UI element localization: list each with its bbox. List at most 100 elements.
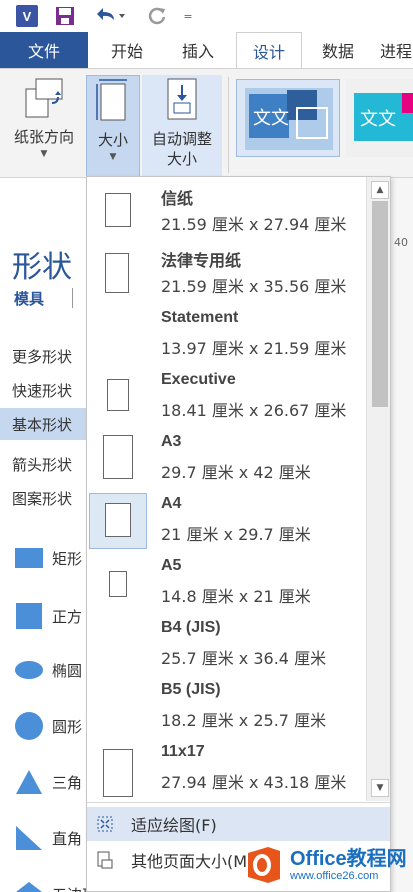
shape-circle[interactable]: 圆形 [0,698,90,754]
size-name: B4 (JIS) [161,619,221,636]
shape-label: 三角 [52,773,83,792]
page-size-dropdown: 信纸 21.59 厘米 x 27.94 厘米 法律专用纸 21.59 厘米 x … [86,176,391,892]
size-button[interactable]: 大小 ▼ [86,75,140,179]
orientation-icon [25,78,63,118]
size-dimensions: 18.2 厘米 x 25.7 厘米 [161,711,327,730]
size-dimensions: 27.94 厘米 x 43.18 厘米 [161,773,347,792]
size-name: 11x17 [161,743,205,760]
quick-access-toolbar: V = [0,0,413,32]
tab-insert[interactable]: 插入 [164,32,232,68]
triangle-icon [14,767,44,797]
page-thumbnail [103,749,133,797]
size-option-11x17[interactable]: 11x17 27.94 厘米 x 43.18 厘米 [87,735,367,797]
divider [72,288,73,308]
page-thumbnail [103,435,133,479]
office-logo-icon [244,845,284,885]
orientation-button[interactable]: 纸张方向 ▼ [6,75,82,159]
customize-qat-icon[interactable]: = [180,4,196,28]
square-icon [14,601,44,631]
size-option-letter[interactable]: 信纸 21.59 厘米 x 27.94 厘米 [87,177,367,239]
svg-text:文文: 文文 [253,108,289,129]
ribbon-separator [228,77,229,173]
visio-app-icon[interactable]: V [14,4,40,28]
circle-icon [14,711,44,741]
tab-process[interactable]: 进程 [380,32,413,68]
autofit-button[interactable]: 自动调整 大小 [142,75,222,179]
stencil-quick-shapes[interactable]: 快速形状 [0,374,90,406]
shape-label: 矩形 [52,549,83,568]
dropdown-scrollbar[interactable]: ▲ ▼ [366,177,390,801]
fit-to-drawing-label: 适应绘图(F) [131,816,217,835]
size-dimensions: 21.59 厘米 x 27.94 厘米 [161,215,347,234]
stencil-arrow-shapes[interactable]: 箭头形状 [0,448,90,480]
page-size-icon [96,79,127,121]
svg-text:文文: 文文 [360,109,396,130]
fit-to-drawing-icon [95,814,115,834]
shape-label: 椭圆 [52,661,83,680]
scrollbar-thumb[interactable] [372,201,388,407]
tab-home[interactable]: 开始 [92,32,162,68]
tab-file[interactable]: 文件 [0,32,88,68]
size-option-legal[interactable]: 法律专用纸 21.59 厘米 x 35.56 厘米 [87,239,367,301]
shape-label: 直角 [52,829,83,848]
size-option-a4[interactable]: A4 21 厘米 x 29.7 厘米 [87,487,367,549]
watermark-url: www.office26.com [290,870,379,882]
ribbon-tabs: 文件 开始 插入 设计 数据 进程 [0,32,413,68]
size-option-executive[interactable]: Executive 18.41 厘米 x 26.67 厘米 [87,363,367,425]
shapes-pane: 形状 模具 更多形状 快速形状 基本形状 箭头形状 图案形状 矩形 正方 椭圆 … [0,178,97,892]
stencil-tab[interactable]: 模具 [14,288,44,309]
shape-label: 正方 [52,607,83,626]
rectangle-icon [14,543,44,573]
watermark-title: Office教程网 [290,848,407,870]
theme-thumbnail-2[interactable]: 文文 [346,79,413,157]
size-name: Statement [161,309,239,326]
size-dimensions: 21.59 厘米 x 35.56 厘米 [161,277,347,296]
size-option-b4-jis[interactable]: B4 (JIS) 25.7 厘米 x 36.4 厘米 [87,611,367,673]
size-dimensions: 14.8 厘米 x 21 厘米 [161,587,311,606]
size-option-b5-jis[interactable]: B5 (JIS) 18.2 厘米 x 25.7 厘米 [87,673,367,735]
divider [87,802,390,803]
ruler-label: 40 [394,236,408,249]
watermark: Office教程网 www.office26.com [244,838,413,892]
shape-rectangle[interactable]: 矩形 [0,530,90,586]
size-option-a3[interactable]: A3 29.7 厘米 x 42 厘米 [87,425,367,487]
size-dimensions: 29.7 厘米 x 42 厘米 [161,463,311,482]
page-thumbnail [105,193,131,227]
page-thumbnail [107,379,129,411]
redo-icon[interactable] [144,4,170,28]
fit-to-drawing-command[interactable]: 适应绘图(F) [87,807,390,841]
size-name: Executive [161,371,236,388]
shape-pentagon[interactable]: 五边形 [0,866,97,892]
size-option-statement[interactable]: Statement 13.97 厘米 x 21.59 厘米 [87,301,367,363]
size-dimensions: 21 厘米 x 29.7 厘米 [161,525,311,544]
app-icon-letter: V [16,5,38,27]
stencil-basic-shapes[interactable]: 基本形状 [0,408,90,440]
chevron-down-icon: ▼ [40,149,48,159]
theme-thumbnail-1[interactable]: 文文 [236,79,340,157]
shape-triangle[interactable]: 三角 [0,754,90,810]
shape-label: 圆形 [52,717,83,736]
scroll-up-icon[interactable]: ▲ [371,181,389,199]
chevron-down-icon: ▼ [109,152,117,162]
shape-right-triangle[interactable]: 直角 [0,810,90,866]
pentagon-icon [14,879,44,892]
shape-ellipse[interactable]: 椭圆 [0,642,90,698]
stencil-more-shapes[interactable]: 更多形状 [0,340,90,372]
tab-design[interactable]: 设计 [236,32,302,68]
ribbon: 纸张方向 ▼ 大小 ▼ 自动调整大小 文文 文文 页 [0,68,413,204]
page-thumbnail [105,503,131,537]
page-setup-icon [95,850,115,870]
size-label: 大小 [97,131,128,149]
shape-square[interactable]: 正方 [0,588,90,644]
shapes-pane-title: 形状 [12,250,72,285]
size-option-a5[interactable]: A5 14.8 厘米 x 21 厘米 [87,549,367,611]
tab-data[interactable]: 数据 [304,32,372,68]
size-dimensions: 18.41 厘米 x 26.67 厘米 [161,401,347,420]
undo-icon[interactable] [90,4,130,28]
stencil-pattern-shapes[interactable]: 图案形状 [0,482,90,514]
page-thumbnail [109,571,127,597]
size-name: A5 [161,557,182,574]
right-triangle-icon [14,823,44,853]
scroll-down-icon[interactable]: ▼ [371,779,389,797]
save-icon[interactable] [52,4,78,28]
